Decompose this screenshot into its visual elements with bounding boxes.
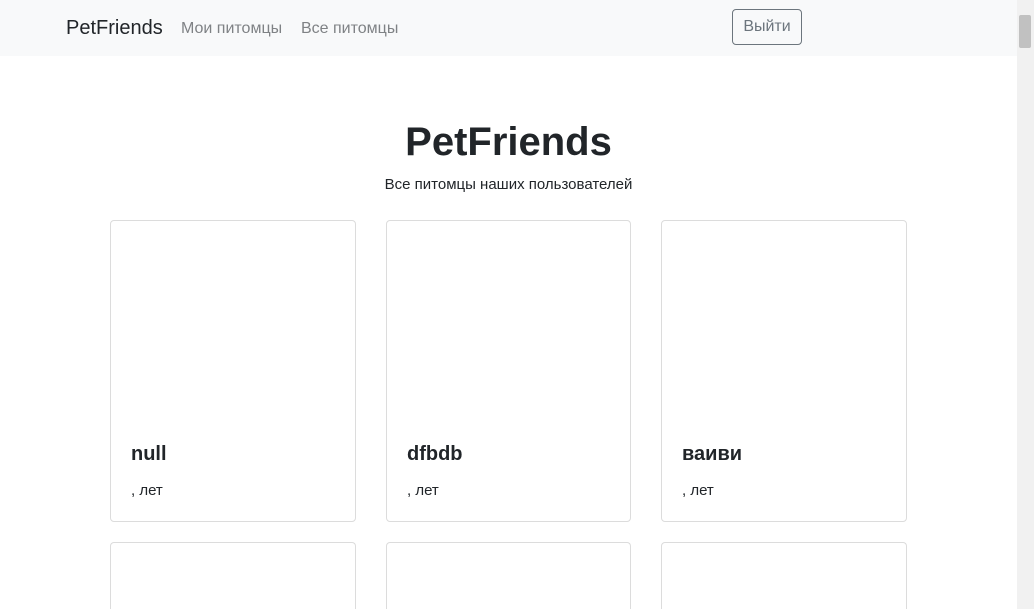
navbar: PetFriends Мои питомцы Все питомцы Выйти xyxy=(0,0,1017,56)
brand-logo[interactable]: PetFriends xyxy=(66,17,163,40)
nav-my-pets[interactable]: Мои питомцы xyxy=(181,20,282,38)
pet-age: , лет xyxy=(407,482,439,499)
page-subtitle: Все питомцы наших пользователей xyxy=(384,176,633,193)
pet-card[interactable]: dfbdb , лет xyxy=(386,220,631,522)
pet-card[interactable] xyxy=(386,542,631,609)
scrollbar-thumb[interactable] xyxy=(1019,15,1031,48)
pet-name: ваиви xyxy=(682,443,743,465)
logout-button[interactable]: Выйти xyxy=(732,9,802,45)
pet-name: null xyxy=(131,443,167,465)
pet-card[interactable] xyxy=(110,542,356,609)
pet-age: , лет xyxy=(682,482,714,499)
pet-card[interactable]: null , лет xyxy=(110,220,356,522)
nav-all-pets[interactable]: Все питомцы xyxy=(301,20,398,38)
pet-card[interactable] xyxy=(661,542,907,609)
pet-card[interactable]: ваиви , лет xyxy=(661,220,907,522)
page-title: PetFriends xyxy=(405,120,612,164)
scrollbar[interactable] xyxy=(1017,0,1034,609)
pet-name: dfbdb xyxy=(407,443,463,465)
pet-age: , лет xyxy=(131,482,163,499)
